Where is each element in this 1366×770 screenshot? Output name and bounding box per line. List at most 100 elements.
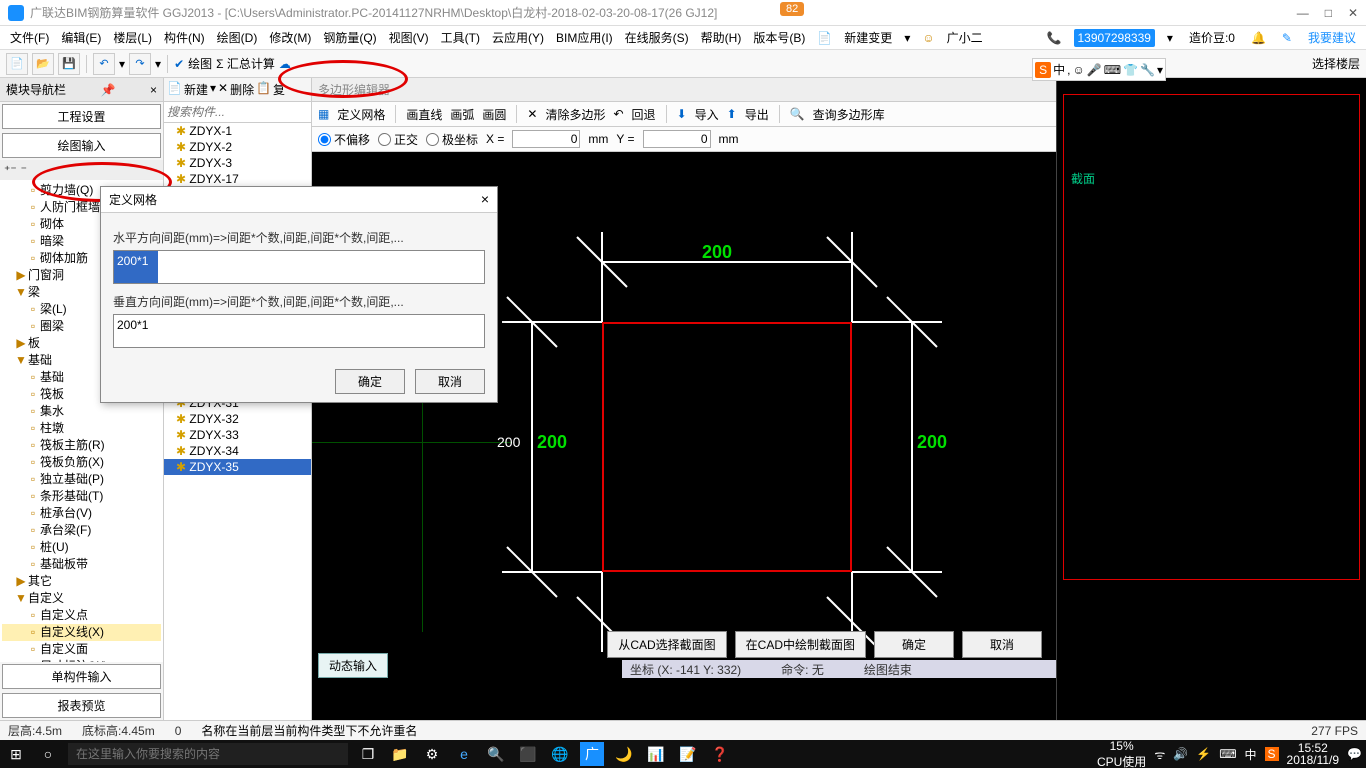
- menu-version[interactable]: 版本号(B): [749, 27, 809, 48]
- menu-help[interactable]: 帮助(H): [697, 27, 746, 48]
- polygon-toolbar: ▦定义网格 画直线 画弧 画圆 ✕清除多边形 ↶回退 ⬇导入 ⬆导出 🔍查询多边…: [312, 102, 1056, 127]
- tree-item[interactable]: ▫基础板带: [2, 556, 161, 573]
- nav-close-icon[interactable]: ×: [150, 83, 157, 97]
- phone-number[interactable]: 13907298339: [1074, 29, 1155, 47]
- tree-item[interactable]: ▫尺寸标注(W): [2, 658, 161, 662]
- tree-item[interactable]: ▫筏板主筋(R): [2, 437, 161, 454]
- taskview-icon[interactable]: ❐: [356, 742, 380, 766]
- list-item[interactable]: ✱ ZDYX-1: [164, 123, 311, 139]
- menu-file[interactable]: 文件(F): [6, 27, 53, 48]
- list-item[interactable]: ✱ ZDYX-17: [164, 171, 311, 187]
- new-component[interactable]: 新建: [184, 81, 208, 98]
- maximize-icon[interactable]: □: [1325, 6, 1332, 20]
- select-from-cad-button[interactable]: 从CAD选择截面图: [607, 631, 726, 658]
- tool-new[interactable]: 📄: [6, 53, 28, 75]
- menu-view[interactable]: 视图(V): [385, 27, 433, 48]
- menu-bim[interactable]: BIM应用(I): [552, 27, 617, 48]
- close-icon[interactable]: ✕: [1348, 6, 1358, 20]
- dynamic-input-button[interactable]: 动态输入: [318, 653, 388, 678]
- menu-edit[interactable]: 编辑(E): [57, 27, 105, 48]
- tree-expand-icon[interactable]: ⁺⁻: [4, 163, 17, 177]
- report-preview-button[interactable]: 报表预览: [2, 693, 161, 718]
- delete-component[interactable]: 删除: [230, 81, 254, 98]
- list-item[interactable]: ✱ ZDYX-3: [164, 155, 311, 171]
- tool-open[interactable]: 📂: [32, 53, 54, 75]
- nav-pin-icon[interactable]: 📌: [101, 83, 116, 97]
- user-name[interactable]: 广小二: [943, 27, 987, 48]
- tree-item[interactable]: ▫柱墩: [2, 420, 161, 437]
- dialog-close-icon[interactable]: ×: [481, 191, 489, 208]
- horizontal-input[interactable]: <span class="sel"></span>: [113, 250, 485, 284]
- taskbar-search[interactable]: [68, 743, 348, 765]
- menu-draw[interactable]: 绘图(D): [213, 27, 262, 48]
- tree-item[interactable]: ▫集水: [2, 403, 161, 420]
- windows-taskbar[interactable]: ⊞ ○ ❐ 📁⚙e 🔍⬛🌐 广🌙📊📝❓ 15%CPU使用 ᯤ🔊⚡⌨中S 15:5…: [0, 740, 1366, 768]
- clear-polygon[interactable]: 清除多边形: [545, 106, 605, 123]
- list-item[interactable]: ✱ ZDYX-2: [164, 139, 311, 155]
- tree-item[interactable]: ▫桩承台(V): [2, 505, 161, 522]
- tree-item[interactable]: ▫条形基础(T): [2, 488, 161, 505]
- menu-floor[interactable]: 楼层(L): [109, 27, 156, 48]
- ime-toolbar[interactable]: S中,☺🎤⌨👕🔧▾: [1032, 58, 1166, 81]
- query-polygon[interactable]: 查询多边形库: [813, 106, 885, 123]
- app-statusbar: 层高:4.5m底标高:4.45m0 名称在当前层当前构件类型下不允许重名 277…: [0, 720, 1366, 740]
- draw-in-cad-button[interactable]: 在CAD中绘制截面图: [735, 631, 866, 658]
- list-item[interactable]: ✱ ZDYX-34: [164, 443, 311, 459]
- cortana-icon[interactable]: ○: [36, 742, 60, 766]
- dim-left: 200: [537, 432, 567, 453]
- select-floor[interactable]: 选择楼层: [1312, 55, 1360, 72]
- canvas-cancel-button[interactable]: 取消: [962, 631, 1042, 658]
- menu-online[interactable]: 在线服务(S): [621, 27, 693, 48]
- tree-item[interactable]: ▫自定义线(X): [2, 624, 161, 641]
- tree-item[interactable]: ▫筏板负筋(X): [2, 454, 161, 471]
- tree-item[interactable]: ▫独立基础(P): [2, 471, 161, 488]
- list-item[interactable]: ✱ ZDYX-35: [164, 459, 311, 475]
- import-polygon[interactable]: 导入: [695, 106, 719, 123]
- polygon-coord-bar: 不偏移 正交 极坐标 X =mm Y =mm: [312, 127, 1056, 152]
- menu-tool[interactable]: 工具(T): [437, 27, 484, 48]
- suggest-link[interactable]: 我要建议: [1304, 27, 1360, 48]
- tool-undo[interactable]: ↶: [93, 53, 115, 75]
- tool-save[interactable]: 💾: [58, 53, 80, 75]
- list-item[interactable]: ✱ ZDYX-33: [164, 427, 311, 443]
- new-change[interactable]: 新建变更: [840, 27, 896, 48]
- tree-item[interactable]: ▼自定义: [2, 590, 161, 607]
- menu-rebar[interactable]: 钢筋量(Q): [319, 27, 380, 48]
- tool-redo[interactable]: ↷: [129, 53, 151, 75]
- undo-polygon[interactable]: 回退: [632, 106, 656, 123]
- draw-input-button[interactable]: 绘图输入: [2, 133, 161, 158]
- tree-item[interactable]: ▫自定义点: [2, 607, 161, 624]
- define-grid[interactable]: 定义网格: [337, 106, 385, 123]
- menu-component[interactable]: 构件(N): [160, 27, 209, 48]
- tree-item[interactable]: ▫自定义面: [2, 641, 161, 658]
- canvas-ok-button[interactable]: 确定: [874, 631, 954, 658]
- dialog-ok-button[interactable]: 确定: [335, 369, 405, 394]
- menu-cloud[interactable]: 云应用(Y): [488, 27, 548, 48]
- y-input[interactable]: [643, 130, 711, 148]
- draw-line[interactable]: 画直线: [406, 106, 442, 123]
- no-offset-radio[interactable]: 不偏移: [318, 131, 370, 148]
- single-input-button[interactable]: 单构件输入: [2, 664, 161, 689]
- export-polygon[interactable]: 导出: [745, 106, 769, 123]
- x-input[interactable]: [512, 130, 580, 148]
- draw-arc[interactable]: 画弧: [450, 106, 474, 123]
- draw-circle[interactable]: 画圆: [482, 106, 506, 123]
- tree-item[interactable]: ▫承台梁(F): [2, 522, 161, 539]
- menu-modify[interactable]: 修改(M): [265, 27, 315, 48]
- start-icon[interactable]: ⊞: [4, 742, 28, 766]
- dialog-cancel-button[interactable]: 取消: [415, 369, 485, 394]
- copy-component[interactable]: 复: [273, 81, 285, 98]
- tool-sum[interactable]: Σ 汇总计算: [216, 55, 275, 72]
- minimize-icon[interactable]: —: [1297, 6, 1309, 20]
- project-settings-button[interactable]: 工程设置: [2, 104, 161, 129]
- search-input[interactable]: [167, 105, 308, 119]
- polar-radio[interactable]: 极坐标: [426, 131, 478, 148]
- tree-collapse-icon[interactable]: ⁻: [21, 163, 27, 177]
- ortho-radio[interactable]: 正交: [378, 131, 418, 148]
- tool-draw[interactable]: 绘图: [188, 55, 212, 72]
- list-item[interactable]: ✱ ZDYX-32: [164, 411, 311, 427]
- tree-item[interactable]: ▫桩(U): [2, 539, 161, 556]
- notification-badge[interactable]: 82: [780, 2, 804, 16]
- tree-item[interactable]: ▶其它: [2, 573, 161, 590]
- vertical-input[interactable]: [113, 314, 485, 348]
